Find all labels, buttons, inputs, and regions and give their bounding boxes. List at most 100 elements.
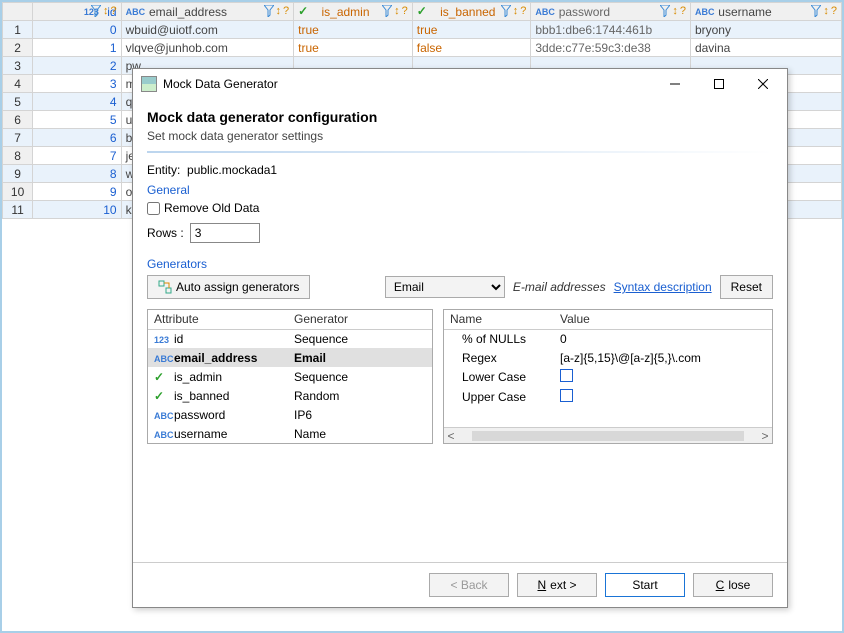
attribute-row[interactable]: ABCpassword IP6: [148, 405, 432, 424]
filter-sort-icon[interactable]: ↕?: [660, 5, 686, 17]
filter-sort-icon[interactable]: ↕?: [264, 5, 290, 17]
param-value-header[interactable]: Value: [554, 310, 772, 329]
attr-gen-cell[interactable]: Sequence: [288, 329, 432, 348]
attr-name-cell[interactable]: ✓is_banned: [148, 386, 288, 405]
id-cell[interactable]: 10: [33, 201, 121, 219]
auto-assign-button[interactable]: Auto assign generators: [147, 275, 310, 299]
id-cell[interactable]: 6: [33, 129, 121, 147]
minimize-button[interactable]: [653, 70, 697, 98]
col-header-username[interactable]: ABC username ↕?: [690, 3, 841, 21]
param-name-header[interactable]: Name: [444, 310, 554, 329]
rownum-cell[interactable]: 3: [3, 57, 33, 75]
attributes-table[interactable]: Attribute Generator 123id SequenceABCema…: [147, 309, 433, 444]
rownum-cell[interactable]: 10: [3, 183, 33, 201]
titlebar[interactable]: Mock Data Generator: [133, 69, 787, 99]
attr-gen-cell[interactable]: Email: [288, 348, 432, 367]
param-name-cell[interactable]: Upper Case: [444, 387, 554, 407]
rownum-cell[interactable]: 1: [3, 21, 33, 39]
close-dialog-button[interactable]: Close: [693, 573, 773, 597]
scroll-right-icon[interactable]: >: [758, 429, 772, 443]
param-name-cell[interactable]: % of NULLs: [444, 329, 554, 348]
parameters-table[interactable]: Name Value % of NULLs 0Regex [a-z]{5,15}…: [443, 309, 773, 444]
email-cell[interactable]: vlqve@junhob.com: [121, 39, 294, 57]
id-cell[interactable]: 0: [33, 21, 121, 39]
col-header-email[interactable]: ABC email_address ↕?: [121, 3, 294, 21]
checkbox-icon[interactable]: [560, 389, 573, 402]
gen-header[interactable]: Generator: [288, 310, 432, 329]
attribute-row[interactable]: ✓is_banned Random: [148, 386, 432, 405]
id-cell[interactable]: 1: [33, 39, 121, 57]
syntax-description-link[interactable]: Syntax description: [614, 280, 712, 294]
id-cell[interactable]: 5: [33, 111, 121, 129]
generator-select[interactable]: Email: [385, 276, 505, 298]
col-header-is-banned[interactable]: ✓ is_banned ↕?: [412, 3, 531, 21]
param-value-cell[interactable]: [554, 387, 772, 407]
id-cell[interactable]: 3: [33, 75, 121, 93]
scroll-left-icon[interactable]: <: [444, 429, 458, 443]
remove-old-data-checkbox[interactable]: [147, 202, 160, 215]
banned-cell[interactable]: true: [412, 21, 531, 39]
attr-gen-cell[interactable]: Name: [288, 424, 432, 443]
param-row[interactable]: Upper Case: [444, 387, 772, 407]
param-name-cell[interactable]: Lower Case: [444, 367, 554, 387]
rownum-cell[interactable]: 2: [3, 39, 33, 57]
param-name-cell[interactable]: Regex: [444, 348, 554, 367]
start-button[interactable]: Start: [605, 573, 685, 597]
rownum-cell[interactable]: 11: [3, 201, 33, 219]
filter-sort-icon[interactable]: ↕?: [382, 5, 408, 17]
param-value-cell[interactable]: [554, 367, 772, 387]
filter-sort-icon[interactable]: ↕?: [91, 5, 117, 17]
username-cell[interactable]: davina: [690, 39, 841, 57]
attr-name-cell[interactable]: ✓is_admin: [148, 367, 288, 386]
table-row[interactable]: 2 1 vlqve@junhob.com true false 3dde:c77…: [3, 39, 842, 57]
attribute-row[interactable]: ABCusername Name: [148, 424, 432, 443]
horizontal-scrollbar[interactable]: < >: [444, 427, 772, 443]
rownum-cell[interactable]: 4: [3, 75, 33, 93]
scroll-track[interactable]: [472, 431, 744, 441]
id-cell[interactable]: 7: [33, 147, 121, 165]
param-row[interactable]: Lower Case: [444, 367, 772, 387]
password-cell[interactable]: bbb1:dbe6:1744:461b: [531, 21, 691, 39]
rows-input[interactable]: [190, 223, 260, 243]
attr-name-cell[interactable]: 123id: [148, 329, 288, 348]
col-header-id[interactable]: 123 id ↕?: [33, 3, 121, 21]
col-header-is-admin[interactable]: ✓ is_admin ↕?: [294, 3, 413, 21]
attribute-row[interactable]: ✓is_admin Sequence: [148, 367, 432, 386]
rownum-cell[interactable]: 6: [3, 111, 33, 129]
rownum-cell[interactable]: 8: [3, 147, 33, 165]
admin-cell[interactable]: true: [294, 39, 413, 57]
table-row[interactable]: 1 0 wbuid@uiotf.com true true bbb1:dbe6:…: [3, 21, 842, 39]
attr-name-cell[interactable]: ABCusername: [148, 424, 288, 443]
rownum-cell[interactable]: 9: [3, 165, 33, 183]
attr-gen-cell[interactable]: Sequence: [288, 367, 432, 386]
back-button[interactable]: < Back: [429, 573, 509, 597]
attribute-row[interactable]: ABCemail_address Email: [148, 348, 432, 367]
param-value-cell[interactable]: [a-z]{5,15}\@[a-z]{5,}\.com: [554, 348, 772, 367]
attribute-row[interactable]: 123id Sequence: [148, 329, 432, 348]
filter-sort-icon[interactable]: ↕?: [811, 5, 837, 17]
maximize-button[interactable]: [697, 70, 741, 98]
id-cell[interactable]: 8: [33, 165, 121, 183]
username-cell[interactable]: bryony: [690, 21, 841, 39]
attr-gen-cell[interactable]: Random: [288, 386, 432, 405]
param-row[interactable]: Regex [a-z]{5,15}\@[a-z]{5,}\.com: [444, 348, 772, 367]
param-row[interactable]: % of NULLs 0: [444, 329, 772, 348]
rownum-cell[interactable]: 7: [3, 129, 33, 147]
admin-cell[interactable]: true: [294, 21, 413, 39]
reset-button[interactable]: Reset: [720, 275, 773, 299]
filter-sort-icon[interactable]: ↕?: [501, 5, 527, 17]
checkbox-icon[interactable]: [560, 369, 573, 382]
id-cell[interactable]: 9: [33, 183, 121, 201]
col-header-password[interactable]: ABC password ↕?: [531, 3, 691, 21]
password-cell[interactable]: 3dde:c77e:59c3:de38: [531, 39, 691, 57]
attr-name-cell[interactable]: ABCpassword: [148, 405, 288, 424]
close-button[interactable]: [741, 70, 785, 98]
attr-gen-cell[interactable]: IP6: [288, 405, 432, 424]
attr-header[interactable]: Attribute: [148, 310, 288, 329]
next-button[interactable]: Next >: [517, 573, 597, 597]
id-cell[interactable]: 4: [33, 93, 121, 111]
id-cell[interactable]: 2: [33, 57, 121, 75]
rownum-cell[interactable]: 5: [3, 93, 33, 111]
attr-name-cell[interactable]: ABCemail_address: [148, 348, 288, 367]
param-value-cell[interactable]: 0: [554, 329, 772, 348]
